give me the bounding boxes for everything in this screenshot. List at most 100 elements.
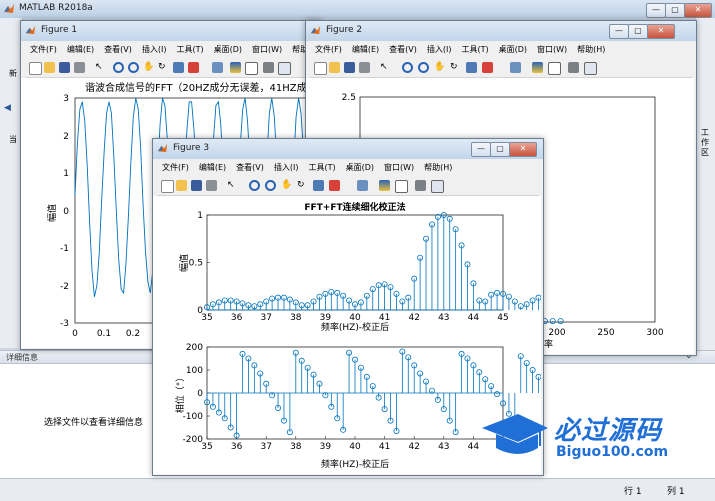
figure2-title-bar[interactable]: Figure 2 — ▢ ✕ <box>306 21 696 41</box>
dock-icon[interactable] <box>584 62 597 75</box>
figure2-maximize-button[interactable]: ▢ <box>628 24 648 39</box>
menu-window[interactable]: 窗口(W) <box>247 42 287 55</box>
figure3-close-button[interactable]: ✕ <box>509 142 537 157</box>
zoom-out-icon[interactable] <box>128 62 139 73</box>
figure3-maximize-button[interactable]: ▢ <box>490 142 510 157</box>
workspace-label[interactable]: 工作区 <box>701 128 711 158</box>
brush-icon[interactable] <box>188 62 199 73</box>
hide-tools-icon[interactable] <box>568 62 579 73</box>
matlab-figure-icon <box>157 143 168 153</box>
x-tick-label: 43 <box>438 442 449 452</box>
app-close-button[interactable]: ✕ <box>684 3 712 18</box>
menu-desktop[interactable]: 桌面(D) <box>494 42 532 55</box>
figure1-xtick-label: 0.1 <box>97 329 111 339</box>
new-icon[interactable] <box>161 180 174 193</box>
data-cursor-icon[interactable] <box>173 62 184 73</box>
colorbar-icon[interactable] <box>532 62 543 73</box>
print-icon[interactable] <box>359 62 370 73</box>
menu-tools[interactable]: 工具(T) <box>171 42 208 55</box>
data-cursor-icon[interactable] <box>313 180 324 191</box>
x-tick-label: 40 <box>349 313 361 323</box>
menu-tools[interactable]: 工具(T) <box>303 160 340 173</box>
y-tick-label: 100 <box>186 366 203 376</box>
menu-view[interactable]: 查看(V) <box>231 160 269 173</box>
figure2-minimize-button[interactable]: — <box>609 24 629 39</box>
zoom-in-icon[interactable] <box>249 180 260 191</box>
legend-icon[interactable] <box>245 62 258 75</box>
pan-icon[interactable]: ✋ <box>281 180 292 191</box>
data-cursor-icon[interactable] <box>466 62 477 73</box>
menu-file[interactable]: 文件(F) <box>157 160 194 173</box>
figure3-minimize-button[interactable]: — <box>471 142 491 157</box>
figure3-title-bar[interactable]: Figure 3 — ▢ ✕ <box>153 139 543 159</box>
figure2-close-button[interactable]: ✕ <box>647 24 675 39</box>
rotate-icon[interactable]: ↻ <box>297 180 308 191</box>
new-icon[interactable] <box>314 62 327 75</box>
x-tick-label: 36 <box>231 442 243 452</box>
colorbar-icon[interactable] <box>230 62 241 73</box>
open-icon[interactable] <box>176 180 187 191</box>
open-icon[interactable] <box>44 62 55 73</box>
save-icon[interactable] <box>191 180 202 191</box>
menu-edit[interactable]: 编辑(E) <box>347 42 384 55</box>
legend-icon[interactable] <box>395 180 408 193</box>
menu-view[interactable]: 查看(V) <box>384 42 422 55</box>
left-panel-item-current[interactable]: 当 <box>9 134 17 145</box>
print-icon[interactable] <box>206 180 217 191</box>
figure1-ytick-label: -1 <box>60 244 69 254</box>
link-icon[interactable] <box>212 62 223 73</box>
legend-icon[interactable] <box>548 62 561 75</box>
menu-desktop[interactable]: 桌面(D) <box>341 160 379 173</box>
save-icon[interactable] <box>59 62 70 73</box>
menu-insert[interactable]: 插入(I) <box>137 42 172 55</box>
hide-tools-icon[interactable] <box>263 62 274 73</box>
menu-help[interactable]: 帮助(H) <box>572 42 610 55</box>
pointer-icon[interactable]: ↖ <box>380 62 391 73</box>
back-arrow-icon[interactable]: ◀ <box>4 103 11 113</box>
menu-desktop[interactable]: 桌面(D) <box>209 42 247 55</box>
app-minimize-button[interactable]: — <box>646 3 666 18</box>
zoom-in-icon[interactable] <box>402 62 413 73</box>
hide-tools-icon[interactable] <box>415 180 426 191</box>
dock-icon[interactable] <box>431 180 444 193</box>
status-row: 行 1 <box>624 487 642 497</box>
app-maximize-button[interactable]: ▢ <box>665 3 685 18</box>
zoom-out-icon[interactable] <box>265 180 276 191</box>
figure1-title: Figure 1 <box>41 25 78 35</box>
menu-window[interactable]: 窗口(W) <box>379 160 419 173</box>
menu-edit[interactable]: 编辑(E) <box>62 42 99 55</box>
open-icon[interactable] <box>329 62 340 73</box>
menu-edit[interactable]: 编辑(E) <box>194 160 231 173</box>
rotate-icon[interactable]: ↻ <box>158 62 169 73</box>
left-panel-item-new[interactable]: 新 <box>9 68 17 79</box>
rotate-icon[interactable]: ↻ <box>450 62 461 73</box>
menu-tools[interactable]: 工具(T) <box>456 42 493 55</box>
watermark-url: Biguo100.com <box>556 444 669 460</box>
save-icon[interactable] <box>344 62 355 73</box>
menu-window[interactable]: 窗口(W) <box>532 42 572 55</box>
x-tick-label: 41 <box>379 442 390 452</box>
menu-insert[interactable]: 插入(I) <box>422 42 457 55</box>
figure1-title-bar[interactable]: Figure 1 <box>21 21 321 41</box>
menu-help[interactable]: 帮助(H) <box>419 160 457 173</box>
zoom-in-icon[interactable] <box>113 62 124 73</box>
menu-insert[interactable]: 插入(I) <box>269 160 304 173</box>
link-icon[interactable] <box>510 62 521 73</box>
print-icon[interactable] <box>74 62 85 73</box>
pan-icon[interactable]: ✋ <box>434 62 445 73</box>
pointer-icon[interactable]: ↖ <box>227 180 238 191</box>
colorbar-icon[interactable] <box>379 180 390 191</box>
brush-icon[interactable] <box>329 180 340 191</box>
brush-icon[interactable] <box>482 62 493 73</box>
menu-file[interactable]: 文件(F) <box>25 42 62 55</box>
new-icon[interactable] <box>29 62 42 75</box>
dock-icon[interactable] <box>278 62 291 75</box>
zoom-out-icon[interactable] <box>418 62 429 73</box>
menu-view[interactable]: 查看(V) <box>99 42 137 55</box>
menu-file[interactable]: 文件(F) <box>310 42 347 55</box>
pointer-icon[interactable]: ↖ <box>95 62 106 73</box>
figure1-toolbar: ↖ ✋ ↻ <box>25 59 317 78</box>
link-icon[interactable] <box>357 180 368 191</box>
x-tick-label: 43 <box>438 313 449 323</box>
pan-icon[interactable]: ✋ <box>143 62 154 73</box>
